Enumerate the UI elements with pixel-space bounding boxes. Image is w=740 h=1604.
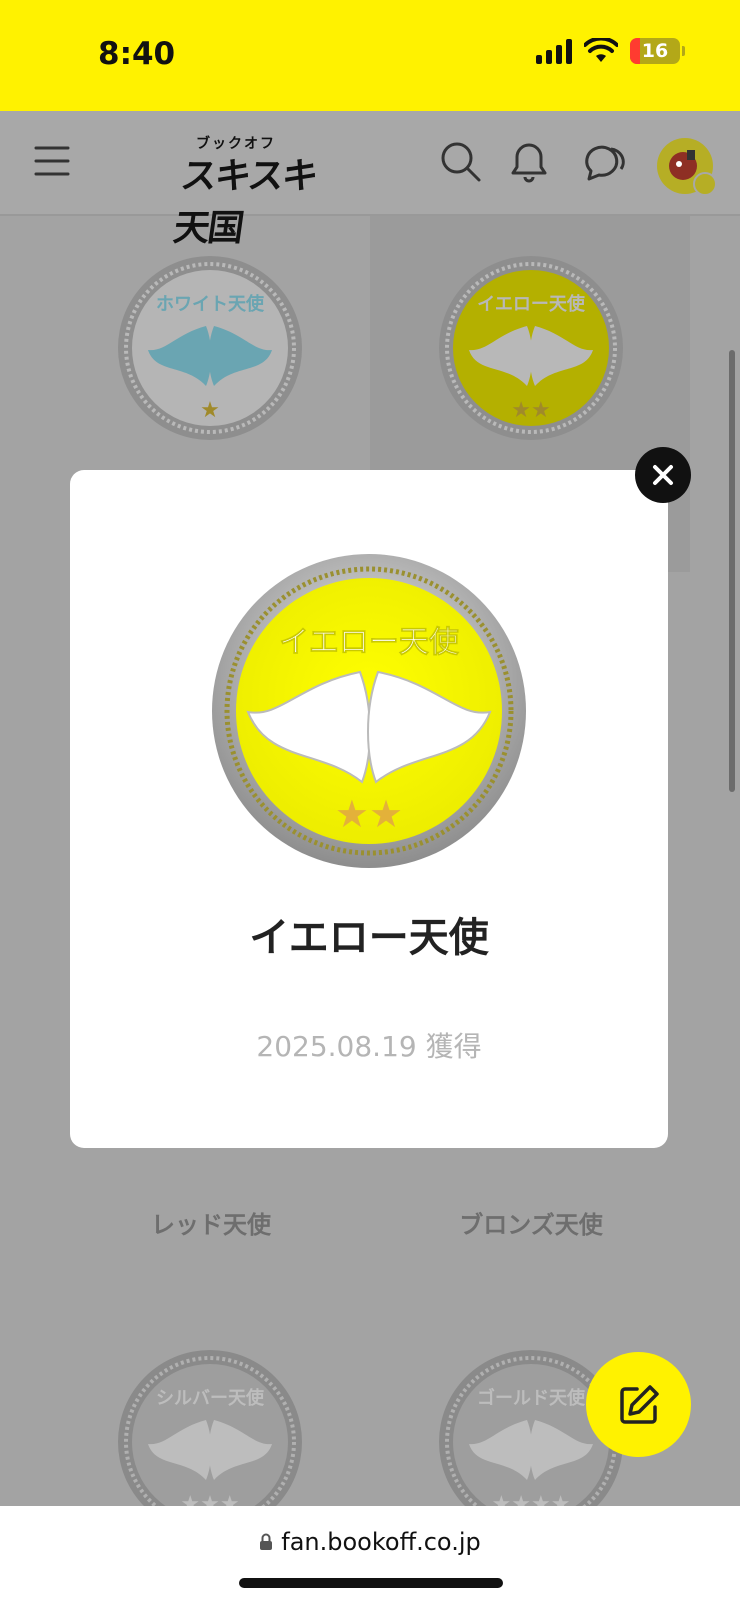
compose-button[interactable] bbox=[586, 1352, 691, 1457]
medal-silver-angel-text: シルバー天使 bbox=[156, 1388, 265, 1409]
svg-text:★★: ★★ bbox=[335, 792, 403, 836]
app-header: ブックオフ スキスキ天国 bbox=[0, 111, 740, 249]
badge-label-red-angel[interactable]: レッド天使 bbox=[86, 1205, 336, 1240]
bell-icon[interactable] bbox=[510, 141, 548, 183]
wifi-icon bbox=[584, 38, 618, 62]
lock-icon bbox=[260, 1533, 273, 1550]
close-icon bbox=[653, 465, 673, 485]
url-display[interactable]: fan.bookoff.co.jp bbox=[0, 1528, 740, 1556]
url-text: fan.bookoff.co.jp bbox=[281, 1528, 481, 1556]
scrollbar[interactable] bbox=[729, 350, 735, 792]
battery-icon: 16 bbox=[630, 38, 685, 64]
chat-icon[interactable] bbox=[583, 141, 627, 183]
status-time: 8:40 bbox=[98, 36, 176, 72]
yellow-angel-medal-icon: イエロー天使 ★★ bbox=[212, 554, 526, 868]
modal-medal-text: イエロー天使 bbox=[279, 625, 460, 660]
browser-url-bar[interactable]: fan.bookoff.co.jp bbox=[0, 1506, 740, 1604]
app-root: 8:40 16 ブックオフ スキスキ天国 ホワイト天使 ★ イエロー天使 ★★ … bbox=[0, 0, 740, 1604]
medal-yellow-angel-text: イエロー天使 bbox=[477, 294, 586, 315]
logo-main-text: スキスキ天国 bbox=[170, 156, 319, 249]
medal-white-angel-icon: ホワイト天使 ★ bbox=[118, 256, 302, 440]
svg-text:★: ★ bbox=[200, 398, 220, 423]
site-logo[interactable]: ブックオフ スキスキ天国 bbox=[171, 133, 338, 249]
close-button[interactable] bbox=[635, 447, 691, 503]
badge-detail-modal: イエロー天使 ★★ イエロー天使 2025.08.19 獲得 bbox=[70, 470, 668, 1148]
medal-gold-angel-text: ゴールド天使 bbox=[477, 1387, 586, 1409]
user-avatar[interactable] bbox=[657, 138, 717, 196]
badge-label-bronze-angel[interactable]: ブロンズ天使 bbox=[406, 1205, 656, 1240]
modal-title: イエロー天使 bbox=[249, 915, 489, 961]
status-icons: 16 bbox=[536, 38, 685, 64]
medal-yellow-angel[interactable]: イエロー天使 ★★ bbox=[437, 254, 625, 442]
home-indicator[interactable] bbox=[239, 1578, 503, 1588]
modal-medal: イエロー天使 ★★ bbox=[210, 552, 528, 870]
battery-level: 16 bbox=[641, 40, 669, 62]
edit-icon bbox=[619, 1384, 659, 1424]
modal-acquired-date: 2025.08.19 獲得 bbox=[256, 1030, 482, 1063]
medal-white-angel-text: ホワイト天使 bbox=[156, 294, 265, 315]
status-bar: 8:40 16 bbox=[0, 0, 740, 111]
medal-yellow-angel-icon: イエロー天使 ★★ bbox=[439, 256, 623, 440]
avatar-badge bbox=[693, 172, 717, 196]
menu-icon[interactable] bbox=[34, 145, 70, 177]
medal-white-angel[interactable]: ホワイト天使 ★ bbox=[116, 254, 304, 442]
svg-text:★★: ★★ bbox=[511, 398, 550, 423]
search-icon[interactable] bbox=[440, 141, 482, 183]
cellular-signal-icon bbox=[536, 38, 572, 64]
